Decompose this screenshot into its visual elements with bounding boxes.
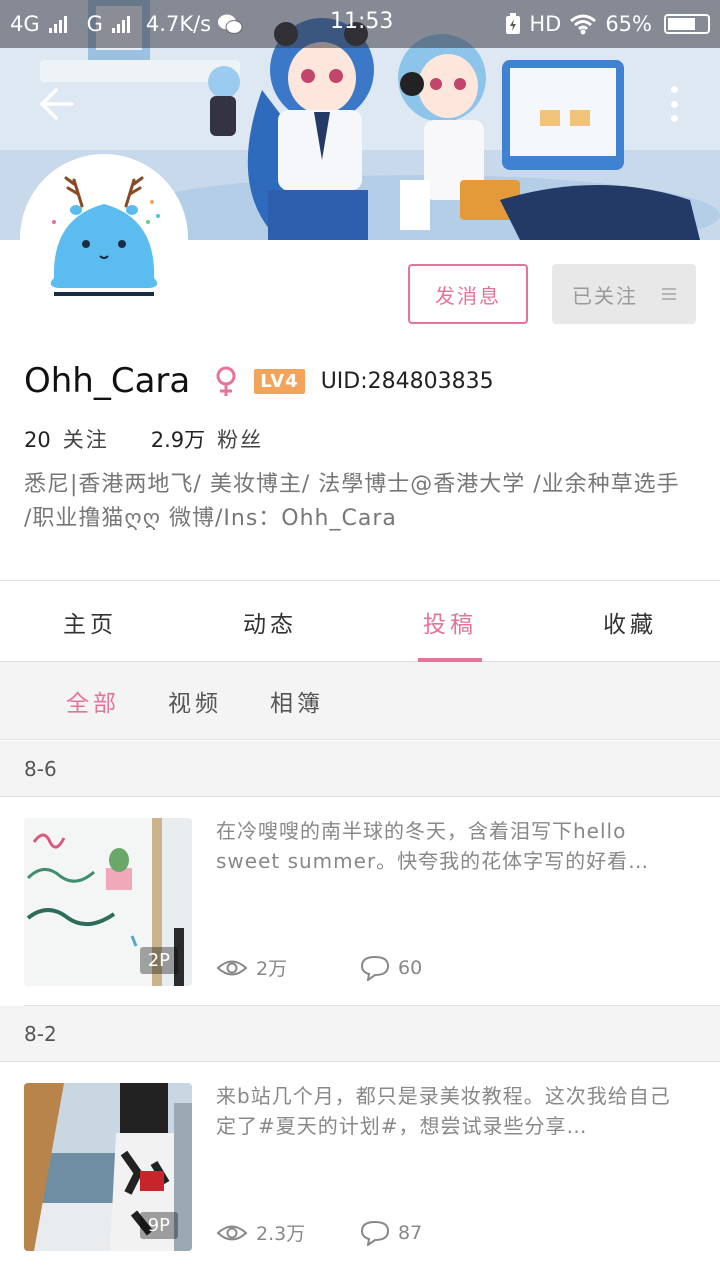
wechat-icon <box>218 14 243 35</box>
send-message-button[interactable]: 发消息 <box>408 264 528 324</box>
list-item[interactable]: 2P 在冷嗖嗖的南半球的冬天，含着泪写下hello sweet summer。快… <box>0 798 720 1006</box>
post-thumbnail[interactable]: 9P <box>24 1083 192 1251</box>
comments-group: 87 <box>360 1220 504 1246</box>
profile-name-row: Ohh_Cara LV4 UID:284803835 <box>24 358 494 404</box>
battery-saver-icon <box>506 13 521 34</box>
profile-bio: 悉尼|香港两地飞/ 美妆博主/ 法學博士@香港大学 /业余种草选手 /职业撸猫ღ… <box>24 472 680 531</box>
tab-home[interactable]: 主页 <box>0 582 180 661</box>
divider <box>0 580 720 581</box>
uid-text: UID:284803835 <box>320 368 494 394</box>
username: Ohh_Cara <box>24 361 191 401</box>
menu-icon <box>662 288 676 300</box>
post-description: 来b站几个月，都只是录美妆教程。这次我给自己定了#夏天的计划#，想尝试录些分享… <box>216 1084 671 1138</box>
post-meta: 2.3万 87 <box>216 1219 504 1246</box>
page-count-badge: 2P <box>139 947 178 974</box>
post-date: 8-6 <box>24 756 57 781</box>
comment-icon <box>360 955 390 981</box>
female-icon <box>216 366 236 396</box>
stats-row: 20 关注 2.9万 粉丝 <box>24 424 263 454</box>
view-count: 2.3万 <box>256 1223 306 1245</box>
date-header: 8-6 <box>0 741 720 797</box>
signal-icon <box>48 15 67 33</box>
tab-favorites[interactable]: 收藏 <box>540 582 720 661</box>
followers-stat[interactable]: 2.9万 粉丝 <box>151 424 263 454</box>
list-item[interactable]: 9P 来b站几个月，都只是录美妆教程。这次我给自己定了#夏天的计划#，想尝试录些… <box>0 1063 720 1280</box>
post-meta: 2万 60 <box>216 954 504 981</box>
submission-filter-tabs: 全部 视频 相簿 <box>0 662 720 740</box>
network-type-1: 4G <box>10 12 40 36</box>
following-stat[interactable]: 20 关注 <box>24 424 109 454</box>
battery-icon <box>664 14 710 34</box>
tab-submissions[interactable]: 投稿 <box>360 582 540 662</box>
tab-dynamics[interactable]: 动态 <box>180 582 360 661</box>
status-bar: 4G G 4.7K/s 11:53 HD 65% <box>0 0 720 48</box>
view-count: 2万 <box>256 958 288 980</box>
subtab-album[interactable]: 相簿 <box>270 684 324 718</box>
battery-percent: 65% <box>605 12 652 36</box>
hd-indicator: HD <box>529 12 562 36</box>
eye-icon <box>216 1225 248 1240</box>
comment-count: 87 <box>398 1221 423 1244</box>
network-speed: 4.7K/s <box>145 12 212 36</box>
more-vertical-icon[interactable] <box>664 86 684 122</box>
profile-tabs: 主页 动态 投稿 收藏 <box>0 582 720 662</box>
followers-label: 粉丝 <box>217 428 264 452</box>
followers-count: 2.9万 <box>150 428 206 452</box>
post-description: 在冷嗖嗖的南半球的冬天，含着泪写下hello sweet summer。快夸我的… <box>216 819 650 873</box>
subtab-all[interactable]: 全部 <box>66 684 120 718</box>
views-group: 2.3万 <box>216 1219 360 1246</box>
avatar-image <box>24 158 184 318</box>
views-group: 2万 <box>216 954 360 981</box>
clock: 11:53 <box>330 9 394 34</box>
send-message-label: 发消息 <box>435 283 501 308</box>
followed-button[interactable]: 已关注 <box>552 264 696 324</box>
followed-label: 已关注 <box>572 283 638 308</box>
comments-group: 60 <box>360 955 504 981</box>
post-date: 8-2 <box>24 1021 57 1046</box>
level-badge: LV4 <box>254 368 305 394</box>
wifi-icon <box>570 14 597 35</box>
following-label: 关注 <box>62 428 109 452</box>
subtab-video[interactable]: 视频 <box>168 684 222 718</box>
network-type-2: G <box>86 12 103 36</box>
comment-icon <box>360 1220 390 1246</box>
following-count: 20 <box>24 428 51 452</box>
arrow-left-icon[interactable] <box>36 84 76 124</box>
eye-icon <box>216 960 248 975</box>
comment-count: 60 <box>398 956 423 979</box>
date-header: 8-2 <box>0 1006 720 1062</box>
avatar[interactable] <box>24 158 184 318</box>
signal-icon <box>111 15 130 33</box>
page-count-badge: 9P <box>139 1212 178 1239</box>
post-thumbnail[interactable]: 2P <box>24 818 192 986</box>
